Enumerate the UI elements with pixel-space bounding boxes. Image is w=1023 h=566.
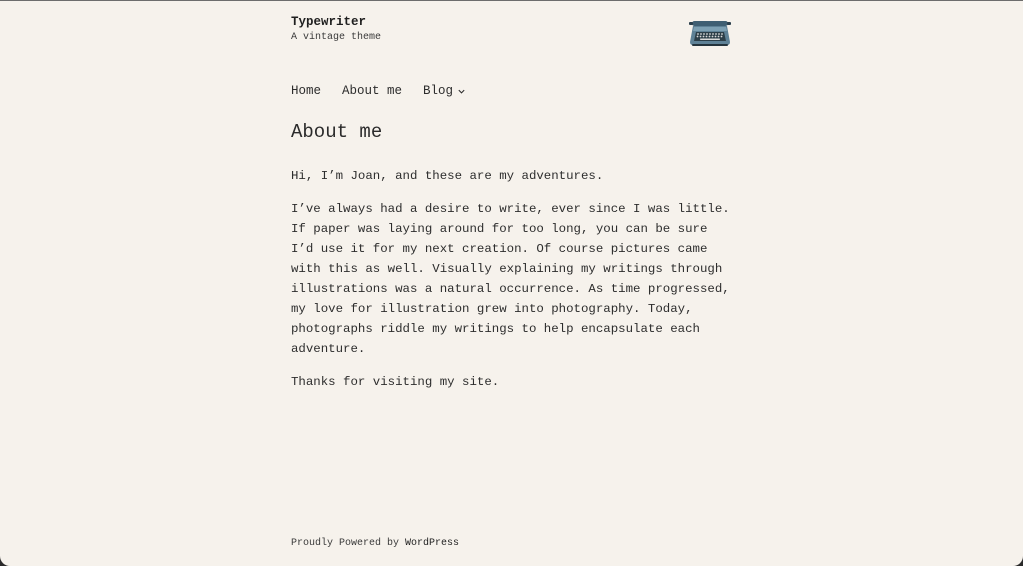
site-title[interactable]: Typewriter <box>291 15 366 29</box>
nav-item-blog[interactable]: Blog <box>423 84 466 98</box>
footer-credit-text: Proudly Powered by <box>291 538 406 549</box>
site-footer: Proudly Powered by WordPress <box>291 538 459 549</box>
main-navigation: Home About me Blog <box>291 84 487 98</box>
browser-window: Typewriter A vintage theme Home About me… <box>0 0 1023 566</box>
footer-wordpress-link[interactable]: WordPress <box>405 538 459 549</box>
nav-item-about-me[interactable]: About me <box>342 84 402 98</box>
content-paragraph: I’ve always had a desire to write, ever … <box>291 202 730 356</box>
content-paragraph: Thanks for visiting my site. <box>291 375 500 389</box>
nav-item-home[interactable]: Home <box>291 84 321 98</box>
page-content: Hi, I’m Joan, and these are my adventure… <box>291 166 731 405</box>
page-title: About me <box>291 121 383 143</box>
typewriter-icon[interactable] <box>688 15 732 47</box>
nav-item-blog-label: Blog <box>423 84 454 98</box>
site-tagline: A vintage theme <box>291 32 382 43</box>
chevron-down-icon <box>458 89 465 94</box>
content-paragraph: Hi, I’m Joan, and these are my adventure… <box>291 169 604 183</box>
